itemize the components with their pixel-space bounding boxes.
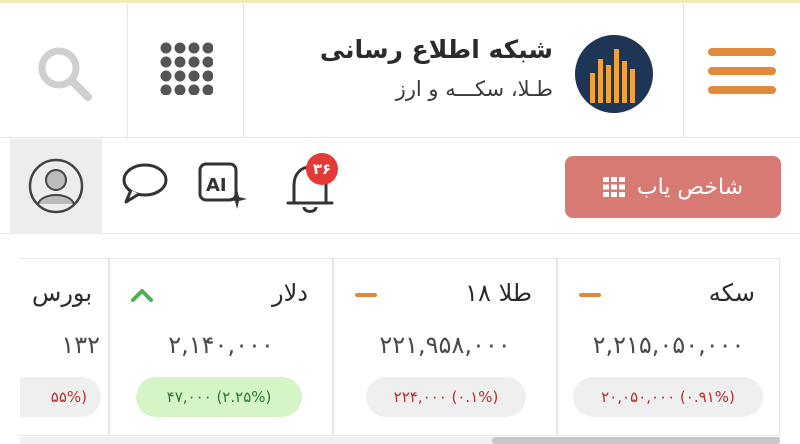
grid-icon <box>160 42 213 95</box>
ticker-name: سکه <box>708 279 755 307</box>
price-ticker[interactable]: سکه ۲,۲۱۵,۰۵۰,۰۰۰ ۲۰,۰۵۰,۰۰۰ (۰.۹۱%) طلا… <box>20 258 780 438</box>
ticker-card[interactable]: سکه ۲,۲۱۵,۰۵۰,۰۰۰ ۲۰,۰۵۰,۰۰۰ (۰.۹۱%) <box>557 258 780 436</box>
ticker-price: ۲,۲۱۵,۰۵۰,۰۰۰ <box>592 331 745 359</box>
index-finder-button[interactable]: شاخص یاب <box>565 156 781 218</box>
ticker-price: ۱۳۲ <box>61 331 100 359</box>
toolbar: AI ۳۶ شاخص یاب <box>0 139 800 234</box>
neutral-trend-icon <box>355 293 377 297</box>
menu-button[interactable] <box>683 3 800 138</box>
ticker-change: ۴۷,۰۰۰ (۲.۲۵%) <box>136 377 302 417</box>
ticker-price: ۲,۱۴۰,۰۰۰ <box>168 331 274 359</box>
svg-text:AI: AI <box>206 175 227 196</box>
grid-icon <box>602 177 625 197</box>
ticker-card[interactable]: طلا ۱۸ ۲۲۱,۹۵۸,۰۰۰ ۲۲۴,۰۰۰ (۰.۱%) <box>333 258 557 436</box>
ai-sparkle-icon[interactable]: AI <box>197 161 247 211</box>
scrollbar-thumb[interactable] <box>492 437 780 444</box>
ticker-card[interactable]: دلار ۲,۱۴۰,۰۰۰ ۴۷,۰۰۰ (۲.۲۵%) <box>109 258 333 436</box>
brand-subtitle: طـلا، سکـــه و ارز <box>395 77 553 101</box>
ticker-change: ۲۲۴,۰۰۰ (۰.۱%) <box>366 377 526 417</box>
neutral-trend-icon <box>579 293 601 297</box>
logo-icon <box>575 35 653 113</box>
brand[interactable]: شبکه اطلاع رسانی طـلا، سکـــه و ارز <box>243 3 683 138</box>
ticker-name: دلار <box>272 279 308 307</box>
search-button[interactable] <box>0 3 127 138</box>
ticker-card[interactable]: بورس ۱۳۲ ۵۵%) <box>20 258 109 436</box>
chat-bubble-icon[interactable] <box>121 162 169 204</box>
ticker-name: طلا ۱۸ <box>465 279 532 307</box>
app-header: شبکه اطلاع رسانی طـلا، سکـــه و ارز <box>0 3 800 138</box>
hamburger-menu-icon <box>708 48 776 94</box>
user-avatar-icon <box>28 158 84 214</box>
ticker-change: ۵۵%) <box>20 377 101 417</box>
ticker-name: بورس <box>32 279 92 307</box>
notification-badge: ۳۶ <box>306 153 338 185</box>
brand-title: شبکه اطلاع رسانی <box>319 35 553 64</box>
up-arrow-icon <box>131 289 153 302</box>
apps-button[interactable] <box>127 3 243 138</box>
profile-button[interactable] <box>10 139 102 234</box>
index-finder-label: شاخص یاب <box>636 174 744 200</box>
ticker-change: ۲۰,۰۵۰,۰۰۰ (۰.۹۱%) <box>573 377 763 417</box>
search-icon <box>38 47 92 101</box>
ticker-price: ۲۲۱,۹۵۸,۰۰۰ <box>379 331 511 359</box>
ticker-scrollbar[interactable] <box>20 437 780 444</box>
